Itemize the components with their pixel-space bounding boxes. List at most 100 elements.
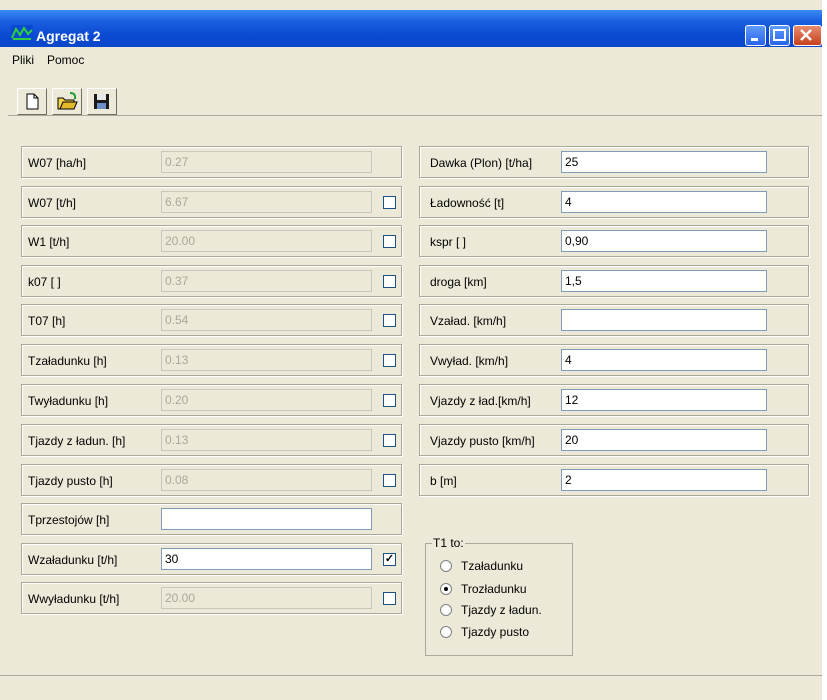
label-t07: T07 [h] bbox=[28, 314, 66, 328]
radio-label-tjazdy-z-ladun: Tjazdy z ładun. bbox=[461, 603, 542, 617]
minimize-icon bbox=[751, 38, 758, 41]
field-w07-t[interactable] bbox=[161, 191, 372, 213]
label-vzalad: Vzaład. [km/h] bbox=[430, 314, 507, 328]
row-tzaladunku: Tzaładunku [h] bbox=[21, 344, 402, 376]
t1-group: T1 to: Tzaładunku Trozładunku Tjazdy z ł… bbox=[425, 536, 573, 656]
label-tzaladunku: Tzaładunku [h] bbox=[28, 354, 107, 368]
toolbar bbox=[0, 71, 822, 131]
row-tjazdy-z-ladun: Tjazdy z ładun. [h] bbox=[21, 424, 402, 456]
window-title: Agregat 2 bbox=[36, 28, 101, 44]
row-wwyladunku: Wwyładunku [t/h] bbox=[21, 582, 402, 614]
menu-pomoc[interactable]: Pomoc bbox=[47, 53, 84, 67]
row-vjazdy-pusto: Vjazdy pusto [km/h] bbox=[419, 424, 809, 456]
checkbox-w1[interactable] bbox=[383, 235, 396, 248]
menu-pliki[interactable]: Pliki bbox=[12, 53, 34, 67]
checkbox-w07-t[interactable] bbox=[383, 196, 396, 209]
maximize-icon bbox=[773, 29, 786, 41]
field-vjazdy-z-lad[interactable] bbox=[561, 389, 767, 411]
save-file-button[interactable] bbox=[87, 88, 117, 115]
field-tprzestojow[interactable] bbox=[161, 508, 372, 530]
field-tjazdy-z-ladun[interactable] bbox=[161, 429, 372, 451]
close-button[interactable] bbox=[793, 25, 822, 46]
label-tjazdy-pusto: Tjazdy pusto [h] bbox=[28, 474, 113, 488]
checkbox-t07[interactable] bbox=[383, 314, 396, 327]
label-dawka: Dawka (Plon) [t/ha] bbox=[430, 156, 533, 170]
radio-tzaladunku[interactable] bbox=[440, 560, 452, 572]
title-bar[interactable]: Agregat 2 bbox=[0, 10, 822, 47]
minimize-button[interactable] bbox=[745, 25, 766, 46]
row-ladownosc: Ładowność [t] bbox=[419, 186, 809, 218]
field-vjazdy-pusto[interactable] bbox=[561, 429, 767, 451]
label-w1: W1 [t/h] bbox=[28, 235, 70, 249]
menu-bar: Pliki Pomoc bbox=[0, 47, 822, 71]
field-w1[interactable] bbox=[161, 230, 372, 252]
field-vzalad[interactable] bbox=[561, 309, 767, 331]
new-file-button[interactable] bbox=[17, 88, 47, 115]
radio-label-tzaladunku: Tzaładunku bbox=[461, 559, 524, 573]
save-disk-icon bbox=[94, 94, 109, 109]
label-k07: k07 [ ] bbox=[28, 275, 61, 289]
checkbox-tzaladunku[interactable] bbox=[383, 354, 396, 367]
field-kspr[interactable] bbox=[561, 230, 767, 252]
app-logo-icon bbox=[11, 25, 33, 41]
label-w07-t: W07 [t/h] bbox=[28, 196, 77, 210]
field-wzaladunku[interactable] bbox=[161, 548, 372, 570]
row-t07: T07 [h] bbox=[21, 304, 402, 336]
row-w07-t: W07 [t/h] bbox=[21, 186, 402, 218]
row-kspr: kspr [ ] bbox=[419, 225, 809, 257]
field-tzaladunku[interactable] bbox=[161, 349, 372, 371]
row-dawka: Dawka (Plon) [t/ha] bbox=[419, 146, 809, 178]
radio-label-tjazdy-pusto: Tjazdy pusto bbox=[461, 625, 530, 639]
field-dawka[interactable] bbox=[561, 151, 767, 173]
new-document-icon bbox=[26, 93, 39, 110]
field-b[interactable] bbox=[561, 469, 767, 491]
radio-tjazdy-pusto[interactable] bbox=[440, 626, 452, 638]
row-w07-ha: W07 [ha/h] bbox=[21, 146, 402, 178]
maximize-button[interactable] bbox=[769, 25, 790, 46]
label-droga: droga [km] bbox=[430, 275, 487, 289]
label-tjazdy-z-ladun: Tjazdy z ładun. [h] bbox=[28, 434, 126, 448]
status-bar bbox=[0, 675, 822, 700]
t1-group-title: T1 to: bbox=[432, 536, 465, 550]
radio-trozladunku[interactable] bbox=[440, 583, 452, 595]
label-ladownosc: Ładowność [t] bbox=[430, 196, 505, 210]
close-icon bbox=[800, 29, 812, 41]
row-vzalad: Vzaład. [km/h] bbox=[419, 304, 809, 336]
field-vwylad[interactable] bbox=[561, 349, 767, 371]
open-folder-icon bbox=[57, 92, 78, 110]
field-wwyladunku[interactable] bbox=[161, 587, 372, 609]
row-droga: droga [km] bbox=[419, 265, 809, 297]
radio-tjazdy-z-ladun[interactable] bbox=[440, 604, 452, 616]
field-ladownosc[interactable] bbox=[561, 191, 767, 213]
checkbox-twyladunku[interactable] bbox=[383, 394, 396, 407]
open-file-button[interactable] bbox=[52, 88, 82, 115]
label-tprzestojow: Tprzestojów [h] bbox=[28, 513, 110, 527]
row-vwylad: Vwyład. [km/h] bbox=[419, 344, 809, 376]
field-twyladunku[interactable] bbox=[161, 389, 372, 411]
toolbar-divider bbox=[8, 115, 822, 116]
field-t07[interactable] bbox=[161, 309, 372, 331]
field-w07-ha[interactable] bbox=[161, 151, 372, 173]
checkbox-tjazdy-z-ladun[interactable] bbox=[383, 434, 396, 447]
row-k07: k07 [ ] bbox=[21, 265, 402, 297]
row-vjazdy-z-lad: Vjazdy z ład.[km/h] bbox=[419, 384, 809, 416]
field-k07[interactable] bbox=[161, 270, 372, 292]
field-tjazdy-pusto[interactable] bbox=[161, 469, 372, 491]
label-kspr: kspr [ ] bbox=[430, 235, 467, 249]
field-droga[interactable] bbox=[561, 270, 767, 292]
label-b: b [m] bbox=[430, 474, 457, 488]
row-w1: W1 [t/h] bbox=[21, 225, 402, 257]
checkbox-wwyladunku[interactable] bbox=[383, 592, 396, 605]
label-vwylad: Vwyład. [km/h] bbox=[430, 354, 509, 368]
checkbox-tjazdy-pusto[interactable] bbox=[383, 474, 396, 487]
row-b: b [m] bbox=[419, 464, 809, 496]
checkbox-wzaladunku[interactable]: ✓ bbox=[383, 553, 396, 566]
label-wzaladunku: Wzaładunku [t/h] bbox=[28, 553, 118, 567]
row-tjazdy-pusto: Tjazdy pusto [h] bbox=[21, 464, 402, 496]
row-wzaladunku: Wzaładunku [t/h] ✓ bbox=[21, 543, 402, 575]
label-wwyladunku: Wwyładunku [t/h] bbox=[28, 592, 120, 606]
row-twyladunku: Twyładunku [h] bbox=[21, 384, 402, 416]
checkbox-k07[interactable] bbox=[383, 275, 396, 288]
label-vjazdy-z-lad: Vjazdy z ład.[km/h] bbox=[430, 394, 531, 408]
row-tprzestojow: Tprzestojów [h] bbox=[21, 503, 402, 535]
